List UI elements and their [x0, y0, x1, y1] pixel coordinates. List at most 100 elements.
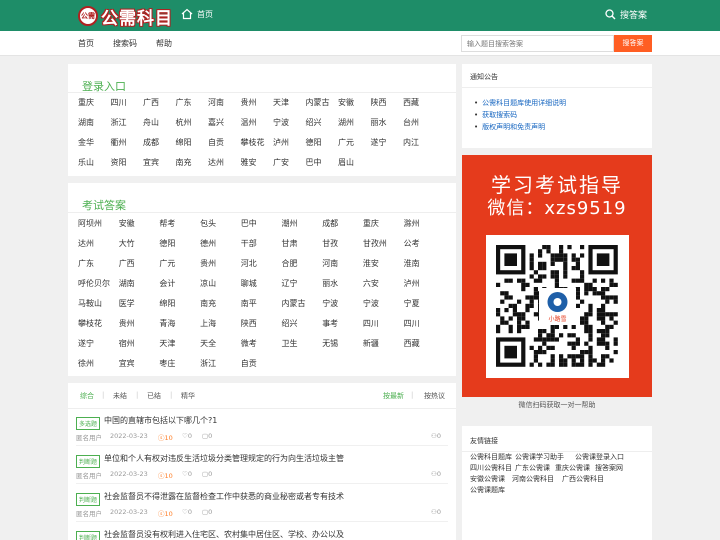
category-link[interactable]: 甘肃: [282, 238, 298, 249]
category-link[interactable]: 大竹: [119, 238, 135, 249]
category-link[interactable]: 甘孜: [322, 238, 338, 249]
category-link[interactable]: 自贡: [241, 358, 257, 369]
category-link[interactable]: 无锡: [322, 338, 338, 349]
category-link[interactable]: 天全: [200, 338, 216, 349]
region-link[interactable]: 天津: [273, 97, 289, 108]
region-link[interactable]: 攀枝花: [241, 137, 265, 148]
category-link[interactable]: 西藏: [404, 338, 420, 349]
region-link[interactable]: 眉山: [338, 157, 354, 168]
category-link[interactable]: 南充: [200, 298, 216, 309]
region-link[interactable]: 浙江: [111, 117, 127, 128]
region-link[interactable]: 资阳: [111, 157, 127, 168]
region-link[interactable]: 乐山: [78, 157, 94, 168]
notice-item[interactable]: 版权声明和免责声明: [474, 121, 566, 133]
category-link[interactable]: 枣庄: [159, 358, 175, 369]
category-link[interactable]: 呼伦贝尔: [78, 278, 110, 289]
category-link[interactable]: 公考: [404, 238, 420, 249]
category-link[interactable]: 包头: [200, 218, 216, 229]
header-home-link[interactable]: 首页: [181, 8, 213, 20]
category-link[interactable]: 攀枝花: [78, 318, 102, 329]
category-link[interactable]: 内蒙古: [282, 298, 306, 309]
region-link[interactable]: 德阳: [306, 137, 322, 148]
sort-latest[interactable]: 按最新: [383, 391, 404, 401]
region-link[interactable]: 广安: [273, 157, 289, 168]
tab-featured[interactable]: 精华: [181, 391, 195, 401]
question-title[interactable]: 中国的直辖市包括以下哪几个?1: [104, 415, 217, 426]
region-link[interactable]: 成都: [143, 137, 159, 148]
region-link[interactable]: 广元: [338, 137, 354, 148]
tab-resolved[interactable]: 已结: [147, 391, 161, 401]
friend-link[interactable]: 四川公需科目: [470, 463, 512, 473]
search-answer-button[interactable]: 搜答案: [614, 35, 652, 52]
category-link[interactable]: 宁波: [363, 298, 379, 309]
category-link[interactable]: 四川: [363, 318, 379, 329]
category-link[interactable]: 宁波: [322, 298, 338, 309]
category-link[interactable]: 会计: [159, 278, 175, 289]
category-link[interactable]: 河南: [322, 258, 338, 269]
category-link[interactable]: 陕西: [241, 318, 257, 329]
category-link[interactable]: 凉山: [200, 278, 216, 289]
region-link[interactable]: 西藏: [403, 97, 419, 108]
category-link[interactable]: 广元: [159, 258, 175, 269]
category-link[interactable]: 徐州: [78, 358, 94, 369]
category-link[interactable]: 贵州: [200, 258, 216, 269]
region-link[interactable]: 绍兴: [306, 117, 322, 128]
region-link[interactable]: 雅安: [241, 157, 257, 168]
nav-item-search-code[interactable]: 搜索码: [113, 38, 137, 49]
category-link[interactable]: 广西: [119, 258, 135, 269]
friend-link[interactable]: 重庆公需课: [555, 463, 590, 473]
region-link[interactable]: 舟山: [143, 117, 159, 128]
region-link[interactable]: 嘉兴: [208, 117, 224, 128]
region-link[interactable]: 杭州: [176, 117, 192, 128]
region-link[interactable]: 广东: [176, 97, 192, 108]
category-link[interactable]: 甘孜州: [363, 238, 387, 249]
category-link[interactable]: 潮州: [282, 218, 298, 229]
category-link[interactable]: 绵阳: [159, 298, 175, 309]
region-link[interactable]: 达州: [208, 157, 224, 168]
region-link[interactable]: 遂宁: [371, 137, 387, 148]
question-search-input[interactable]: [461, 35, 614, 52]
category-link[interactable]: 泸州: [404, 278, 420, 289]
region-link[interactable]: 河南: [208, 97, 224, 108]
category-link[interactable]: 聊城: [241, 278, 257, 289]
category-link[interactable]: 广东: [78, 258, 94, 269]
question-title[interactable]: 社会监督员没有权利进入住宅区、农村集中居住区、学校、办公以及: [104, 529, 344, 540]
region-link[interactable]: 安徽: [338, 97, 354, 108]
tab-all[interactable]: 综合: [80, 391, 94, 401]
friend-link[interactable]: 公需科目题库: [470, 452, 512, 462]
region-link[interactable]: 衢州: [111, 137, 127, 148]
category-link[interactable]: 安徽: [119, 218, 135, 229]
category-link[interactable]: 淮南: [404, 258, 420, 269]
question-title[interactable]: 单位和个人有权对违反生活垃圾分类管理规定的行为向生活垃圾主管: [104, 453, 344, 464]
category-link[interactable]: 阿坝州: [78, 218, 102, 229]
notice-item[interactable]: 公需科目题库使用详细说明: [474, 97, 566, 109]
category-link[interactable]: 青海: [159, 318, 175, 329]
region-link[interactable]: 重庆: [78, 97, 94, 108]
category-link[interactable]: 六安: [363, 278, 379, 289]
category-link[interactable]: 成都: [322, 218, 338, 229]
category-link[interactable]: 湖南: [119, 278, 135, 289]
category-link[interactable]: 干部: [241, 238, 257, 249]
category-link[interactable]: 淮安: [363, 258, 379, 269]
friend-link[interactable]: 河南公需科目: [512, 474, 554, 484]
question-item[interactable]: 判断题 社会监督员没有权利进入住宅区、农村集中居住区、学校、办公以及: [76, 529, 448, 540]
region-link[interactable]: 贵州: [241, 97, 257, 108]
region-link[interactable]: 陕西: [371, 97, 387, 108]
region-link[interactable]: 丽水: [371, 117, 387, 128]
region-link[interactable]: 南充: [176, 157, 192, 168]
wechat-ad-banner[interactable]: 学习考试指导 微信：xzs9519 小路雪: [462, 155, 652, 397]
region-link[interactable]: 湖南: [78, 117, 94, 128]
category-link[interactable]: 滁州: [404, 218, 420, 229]
question-item[interactable]: 多选题 中国的直辖市包括以下哪几个?1 匿名用户 2022-03-23 ⓢ10 ♡0 ▢0 ⚇…: [76, 415, 448, 452]
category-link[interactable]: 宿州: [119, 338, 135, 349]
region-link[interactable]: 四川: [111, 97, 127, 108]
region-link[interactable]: 宁波: [273, 117, 289, 128]
region-link[interactable]: 湖州: [338, 117, 354, 128]
sort-hot[interactable]: 按热议: [424, 391, 445, 401]
friend-link[interactable]: 公需课题库: [470, 485, 505, 495]
category-link[interactable]: 天津: [159, 338, 175, 349]
header-search-link[interactable]: 搜答案: [605, 8, 647, 21]
question-item[interactable]: 判断题 社会监督员不得泄露在监督检查工作中获悉的商业秘密或者专有技术 匿名用户 202…: [76, 491, 448, 528]
region-link[interactable]: 自贡: [208, 137, 224, 148]
category-link[interactable]: 遂宁: [78, 338, 94, 349]
